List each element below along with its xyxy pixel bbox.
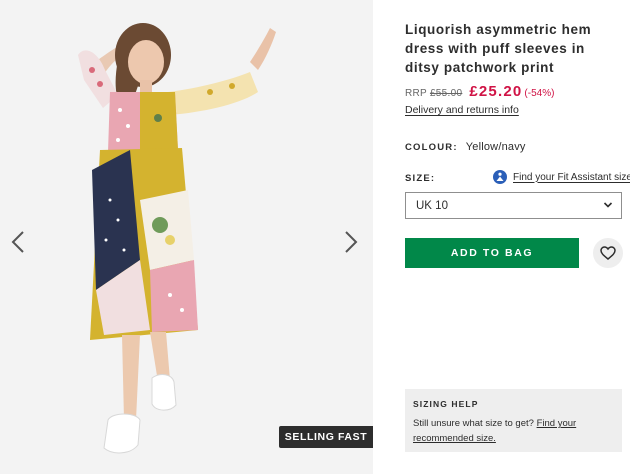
selling-fast-badge: SELLING FAST	[279, 426, 373, 448]
size-row: SIZE: Find your Fit Assistant size	[405, 170, 630, 186]
colour-row: COLOUR: Yellow/navy	[405, 141, 526, 153]
fit-assistant-label: Find your Fit Assistant size	[513, 171, 630, 183]
product-title: Liquorish asymmetric hem dress with puff…	[405, 22, 592, 75]
discount-percent: (-54%)	[524, 88, 555, 99]
colour-value: Yellow/navy	[465, 141, 526, 153]
sizing-help-text: Still unsure what size to get? Find your…	[413, 416, 614, 446]
colour-label: COLOUR:	[405, 142, 458, 153]
add-to-bag-button[interactable]: ADD TO BAG	[405, 238, 579, 268]
next-image-button[interactable]	[339, 225, 363, 259]
sizing-help-panel: SIZING HELP Still unsure what size to ge…	[405, 389, 622, 452]
size-label: SIZE:	[405, 172, 436, 184]
save-for-later-button[interactable]	[593, 238, 623, 268]
fit-assistant-link[interactable]: Find your Fit Assistant size	[493, 170, 630, 184]
rrp-value: £55.00	[429, 88, 463, 99]
heart-icon	[600, 246, 616, 260]
product-details: Liquorish asymmetric hem dress with puff…	[405, 0, 630, 474]
chevron-left-icon	[11, 231, 24, 253]
product-image-gallery: SELLING FAST	[0, 0, 373, 474]
rrp-label: RRP	[405, 88, 427, 99]
size-select[interactable]: UK 10	[405, 192, 622, 219]
fit-assistant-icon	[493, 170, 507, 184]
sizing-help-question: Still unsure what size to get?	[413, 418, 534, 429]
sale-price: £25.20	[469, 83, 523, 100]
previous-image-button[interactable]	[6, 225, 30, 259]
rrp-price: RRP £55.00	[405, 88, 462, 99]
chevron-down-icon	[603, 202, 613, 208]
sizing-help-heading: SIZING HELP	[413, 399, 479, 409]
product-photo	[0, 0, 373, 474]
delivery-returns-link[interactable]: Delivery and returns info	[405, 104, 519, 116]
chevron-right-icon	[345, 231, 358, 253]
price-row: RRP £55.00 £25.20 (-54%)	[405, 83, 554, 100]
size-select-value: UK 10	[416, 199, 448, 212]
